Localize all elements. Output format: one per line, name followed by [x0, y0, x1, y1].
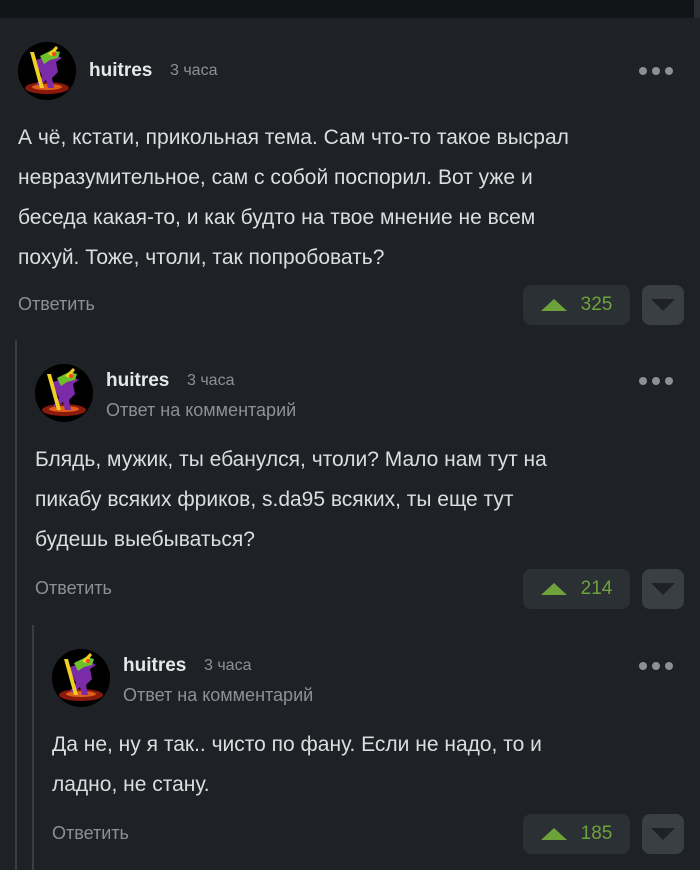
thread-line-level-1[interactable]	[15, 340, 17, 870]
more-dots-icon[interactable]	[639, 375, 675, 387]
reply-button[interactable]: Ответить	[52, 823, 129, 844]
more-dots-icon[interactable]	[639, 660, 675, 672]
comment-line: пикабу всяких фриков, s.da95 всяких, ты …	[35, 488, 514, 511]
upvote-button[interactable]: 185	[523, 814, 630, 854]
comment-text: Блядь, мужик, ты ебанулся, чтоли? Мало н…	[35, 440, 690, 560]
comment-line: А чё, кстати, прикольная тема. Сам что-т…	[18, 126, 569, 149]
comment-line: будешь выебываться?	[35, 528, 255, 551]
comment-line: невразумительное, сам с собой поспорил. …	[18, 166, 533, 189]
comment-line: похуй. Тоже, чтоли, так попробовать?	[18, 246, 385, 269]
reply-button[interactable]: Ответить	[18, 294, 95, 315]
rating-count: 214	[580, 578, 613, 599]
upvote-button[interactable]: 214	[523, 569, 630, 609]
comment-line: Да не, ну я так.. чисто по фану. Если не…	[52, 733, 542, 756]
scrollbar-edge[interactable]	[694, 0, 700, 18]
thread-line-level-2[interactable]	[32, 625, 34, 870]
downvote-button[interactable]	[642, 814, 684, 854]
downvote-button[interactable]	[642, 569, 684, 609]
comment-2: huitres 3 часа Ответ на комментарий Бляд…	[35, 364, 690, 614]
upvote-arrow-icon	[540, 583, 567, 595]
rating-count: 185	[580, 823, 613, 844]
avatar[interactable]	[18, 42, 76, 100]
comment-line: Блядь, мужик, ты ебанулся, чтоли? Мало н…	[35, 448, 547, 471]
comment-line: ладно, не стану.	[52, 773, 210, 796]
author-name[interactable]: huitres	[89, 60, 152, 82]
downvote-arrow-icon	[651, 299, 675, 311]
comment-3: huitres 3 часа Ответ на комментарий Да н…	[52, 649, 690, 859]
upvote-arrow-icon	[540, 828, 567, 840]
hunched-goblin-avatar-icon	[35, 364, 93, 422]
upvote-button[interactable]: 325	[523, 285, 630, 325]
hunched-goblin-avatar-icon	[52, 649, 110, 707]
comment-text: Да не, ну я так.. чисто по фану. Если не…	[52, 725, 690, 805]
comment-time: 3 часа	[170, 62, 218, 79]
author-name[interactable]: huitres	[106, 370, 169, 392]
more-dots-icon[interactable]	[639, 65, 675, 77]
comment-text: А чё, кстати, прикольная тема. Сам что-т…	[18, 118, 688, 278]
downvote-arrow-icon	[651, 828, 675, 840]
reply-to-link[interactable]: Ответ на комментарий	[106, 400, 296, 421]
avatar[interactable]	[35, 364, 93, 422]
avatar[interactable]	[52, 649, 110, 707]
hunched-goblin-avatar-icon	[18, 42, 76, 100]
author-name[interactable]: huitres	[123, 655, 186, 677]
reply-button[interactable]: Ответить	[35, 578, 112, 599]
top-bar	[0, 0, 700, 18]
downvote-arrow-icon	[651, 583, 675, 595]
reply-to-link[interactable]: Ответ на комментарий	[123, 685, 313, 706]
comment-time: 3 часа	[187, 372, 235, 389]
comment-line: беседа какая-то, и как будто на твое мне…	[18, 206, 536, 229]
upvote-arrow-icon	[540, 299, 567, 311]
rating-count: 325	[580, 294, 613, 315]
comment-1: huitres 3 часа А чё, кстати, прикольная …	[18, 42, 690, 342]
downvote-button[interactable]	[642, 285, 684, 325]
comment-time: 3 часа	[204, 657, 252, 674]
